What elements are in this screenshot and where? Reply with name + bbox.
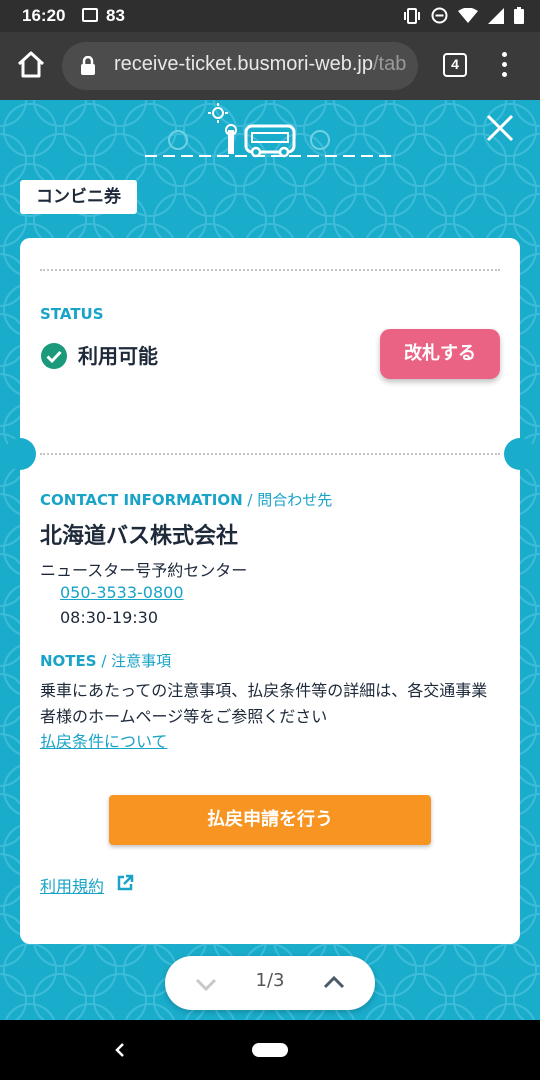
status-bar: 16:20 83: [0, 0, 540, 32]
browser-menu-icon[interactable]: [498, 52, 510, 82]
url-domain: receive-ticket.busmori-web.jp: [114, 53, 373, 75]
divider: [40, 453, 500, 455]
contact-label-en: CONTACT INFORMATION: [40, 491, 243, 509]
check-circle-icon: [41, 343, 67, 369]
contact-label-jp: / 問合わせ先: [242, 491, 333, 509]
company-name: 北海道バス株式会社: [40, 524, 239, 549]
system-nav-bar: [0, 1020, 540, 1080]
notes-label-jp: / 注意事項: [96, 652, 172, 670]
lock-icon: [81, 56, 95, 75]
pager: 1/3: [165, 956, 375, 1010]
battery-icon: [514, 7, 524, 24]
ticket-notch-right: [504, 438, 536, 470]
back-icon[interactable]: [110, 1038, 130, 1062]
url-field[interactable]: receive-ticket.busmori-web.jp/tab: [62, 42, 418, 90]
terms-link[interactable]: 利用規約: [40, 873, 104, 897]
notes-text: 乗車にあたっての注意事項、払戻条件等の詳細は、各交通事業者様のホームページ等をご…: [40, 681, 488, 726]
gate-button[interactable]: 改札する: [380, 329, 500, 379]
close-icon[interactable]: [484, 112, 516, 144]
url-path: /tab: [372, 53, 407, 75]
chevron-down-icon[interactable]: [191, 971, 221, 997]
notes-label: NOTES / 注意事項: [40, 650, 171, 671]
ticket-card: STATUS 利用可能 改札する CONTACT INFORMATION / 問…: [4, 238, 536, 944]
phone-link[interactable]: 050-3533-0800: [60, 583, 184, 602]
status-icons: [403, 7, 524, 24]
signal-icon: [488, 7, 504, 24]
home-icon[interactable]: [14, 48, 48, 82]
bus-illustration: [145, 103, 395, 158]
chevron-up-icon[interactable]: [319, 969, 349, 995]
clock: 16:20: [22, 6, 66, 25]
ticket-notch-left: [4, 438, 36, 470]
wifi-icon: [458, 7, 478, 23]
divider: [40, 269, 500, 271]
notification-count: 83: [106, 6, 125, 25]
browser-toolbar: receive-ticket.busmori-web.jp/tab 4: [0, 32, 540, 100]
tab-switcher-button[interactable]: 4: [443, 53, 467, 77]
image-notification-icon: [82, 8, 98, 22]
status-value: 利用可能: [78, 344, 158, 368]
page-count: 1/3: [255, 970, 285, 991]
notes-label-en: NOTES: [40, 652, 97, 670]
contact-label: CONTACT INFORMATION / 問合わせ先: [40, 489, 332, 510]
business-hours: 08:30-19:30: [60, 608, 158, 627]
contact-center: ニュースター号予約センター: [40, 561, 248, 580]
refund-request-button[interactable]: 払戻申請を行う: [109, 795, 431, 845]
home-pill[interactable]: [252, 1043, 288, 1057]
ticket-page: コンビニ券 STATUS 利用可能 改札する CONTACT INFORMATI…: [0, 100, 540, 1020]
do-not-disturb-icon: [431, 7, 448, 24]
external-link-icon[interactable]: [116, 874, 134, 892]
url-text: receive-ticket.busmori-web.jp/tab: [114, 53, 406, 76]
vibrate-icon: [404, 7, 420, 24]
status-label: STATUS: [40, 305, 104, 323]
ticket-type-badge: コンビニ券: [20, 180, 137, 214]
refund-conditions-link[interactable]: 払戻条件について: [40, 728, 168, 752]
